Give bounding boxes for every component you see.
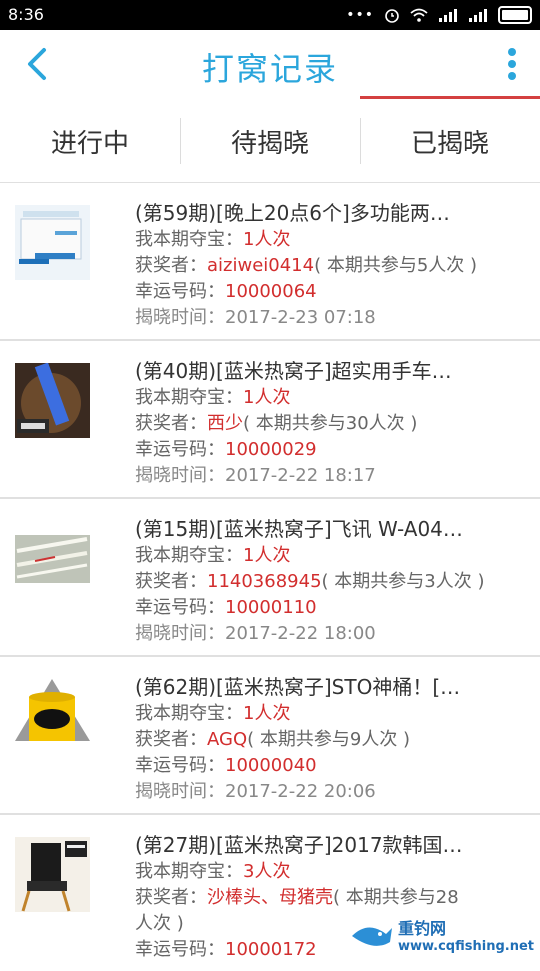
item-title: (第59期)[晚上20点6个]多功能两… <box>135 201 450 225</box>
participants-count: ( 本期共参与9人次 ) <box>247 729 411 750</box>
lucky-number: 10000110 <box>225 597 317 618</box>
winner-label: 获奖者： <box>135 887 207 908</box>
watermark-cn: 重钓网 <box>397 919 446 938</box>
more-dot-icon <box>508 48 516 56</box>
item-title: (第15期)[蓝米热窝子]飞讯 W-A04… <box>135 517 463 541</box>
participants-count-cont: 人次 ) <box>135 913 184 934</box>
winner-label: 获奖者： <box>135 729 207 750</box>
winner-name: 沙棒头、母猪壳 <box>207 887 333 908</box>
watermark: 重钓网 www.cqfishing.net <box>350 915 534 954</box>
my-bid-label: 我本期夺宝： <box>135 229 243 250</box>
status-icons: ••• <box>346 6 532 24</box>
list-item[interactable]: (第40期)[蓝米热窝子]超实用手车… 我本期夺宝：1人次 获奖者：西少( 本期… <box>0 341 540 499</box>
tab-indicator <box>360 96 540 99</box>
product-thumbnail <box>15 362 90 438</box>
lucky-number: 10000172 <box>225 939 317 960</box>
tab-pending-reveal[interactable]: 待揭晓 <box>180 100 360 182</box>
reveal-time-label: 揭晓时间： <box>135 781 225 802</box>
lucky-number: 10000064 <box>225 281 317 302</box>
record-list: (第59期)[晚上20点6个]多功能两… 我本期夺宝：1人次 获奖者：aiziw… <box>0 183 540 971</box>
app-header: 打窝记录 <box>0 30 540 100</box>
reveal-time-label: 揭晓时间： <box>135 623 225 644</box>
winner-name: aiziwei0414 <box>207 255 315 276</box>
participants-count: ( 本期共参与30人次 ) <box>243 413 418 434</box>
lucky-label: 幸运号码： <box>135 597 225 618</box>
participants-count: ( 本期共参与5人次 ) <box>314 255 478 276</box>
lucky-label: 幸运号码： <box>135 755 225 776</box>
winner-label: 获奖者： <box>135 413 207 434</box>
item-title: (第27期)[蓝米热窝子]2017款韩国… <box>135 833 463 857</box>
product-thumbnail <box>15 837 90 912</box>
my-bid-label: 我本期夺宝： <box>135 703 243 724</box>
my-bid-label: 我本期夺宝： <box>135 861 243 882</box>
watermark-text-block: 重钓网 www.cqfishing.net <box>398 915 534 954</box>
lucky-label: 幸运号码： <box>135 281 225 302</box>
list-item[interactable]: (第62期)[蓝米热窝子]STO神桶！[… 我本期夺宝：1人次 获奖者：AGQ(… <box>0 657 540 815</box>
my-bid-value: 1人次 <box>243 703 291 724</box>
product-thumbnail <box>15 679 90 754</box>
my-bid-value: 3人次 <box>243 861 291 882</box>
reveal-time: 2017-2-22 18:17 <box>225 465 376 486</box>
lucky-label: 幸运号码： <box>135 439 225 460</box>
my-bid-value: 1人次 <box>243 387 291 408</box>
product-thumbnail <box>15 205 90 280</box>
fish-logo-icon <box>351 926 392 946</box>
status-time: 8:36 <box>8 5 44 24</box>
signal-icon <box>439 9 457 22</box>
product-thumbnail <box>15 521 90 596</box>
reveal-time-label: 揭晓时间： <box>135 307 225 328</box>
status-bar: 8:36 ••• <box>0 0 540 30</box>
winner-label: 获奖者： <box>135 255 207 276</box>
participants-count: ( 本期共参与28 <box>333 887 459 908</box>
watermark-url: www.cqfishing.net <box>397 939 534 954</box>
list-item[interactable]: (第59期)[晚上20点6个]多功能两… 我本期夺宝：1人次 获奖者：aiziw… <box>0 183 540 341</box>
item-title: (第40期)[蓝米热窝子]超实用手车… <box>135 359 452 383</box>
signal-icon-2 <box>469 9 487 22</box>
item-title: (第62期)[蓝米热窝子]STO神桶！[… <box>135 675 461 699</box>
participants-count: ( 本期共参与3人次 ) <box>321 571 485 592</box>
reveal-time: 2017-2-22 20:06 <box>225 781 376 802</box>
tab-in-progress[interactable]: 进行中 <box>0 100 180 182</box>
more-notifications-icon: ••• <box>346 7 374 23</box>
reveal-time-label: 揭晓时间： <box>135 465 225 486</box>
tab-revealed[interactable]: 已揭晓 <box>360 100 540 182</box>
my-bid-value: 1人次 <box>243 229 291 250</box>
more-menu-button[interactable] <box>504 44 520 84</box>
more-dot-icon <box>508 72 516 80</box>
alarm-icon <box>385 9 399 23</box>
reveal-time: 2017-2-22 18:00 <box>225 623 376 644</box>
reveal-time: 2017-2-23 07:18 <box>225 307 376 328</box>
tab-bar: 进行中 待揭晓 已揭晓 <box>0 100 540 183</box>
my-bid-value: 1人次 <box>243 545 291 566</box>
my-bid-label: 我本期夺宝： <box>135 545 243 566</box>
more-dot-icon <box>508 60 516 68</box>
page-title: 打窝记录 <box>201 50 338 88</box>
winner-label: 获奖者： <box>135 571 207 592</box>
winner-name: AGQ <box>207 729 248 750</box>
winner-name: 西少 <box>207 413 243 434</box>
winner-name: 1140368945 <box>207 571 322 592</box>
battery-icon <box>498 6 532 24</box>
lucky-number: 10000040 <box>225 755 317 776</box>
lucky-number: 10000029 <box>225 439 317 460</box>
wifi-icon <box>410 8 428 22</box>
lucky-label: 幸运号码： <box>135 939 225 960</box>
my-bid-label: 我本期夺宝： <box>135 387 243 408</box>
list-item[interactable]: (第15期)[蓝米热窝子]飞讯 W-A04… 我本期夺宝：1人次 获奖者：114… <box>0 499 540 657</box>
